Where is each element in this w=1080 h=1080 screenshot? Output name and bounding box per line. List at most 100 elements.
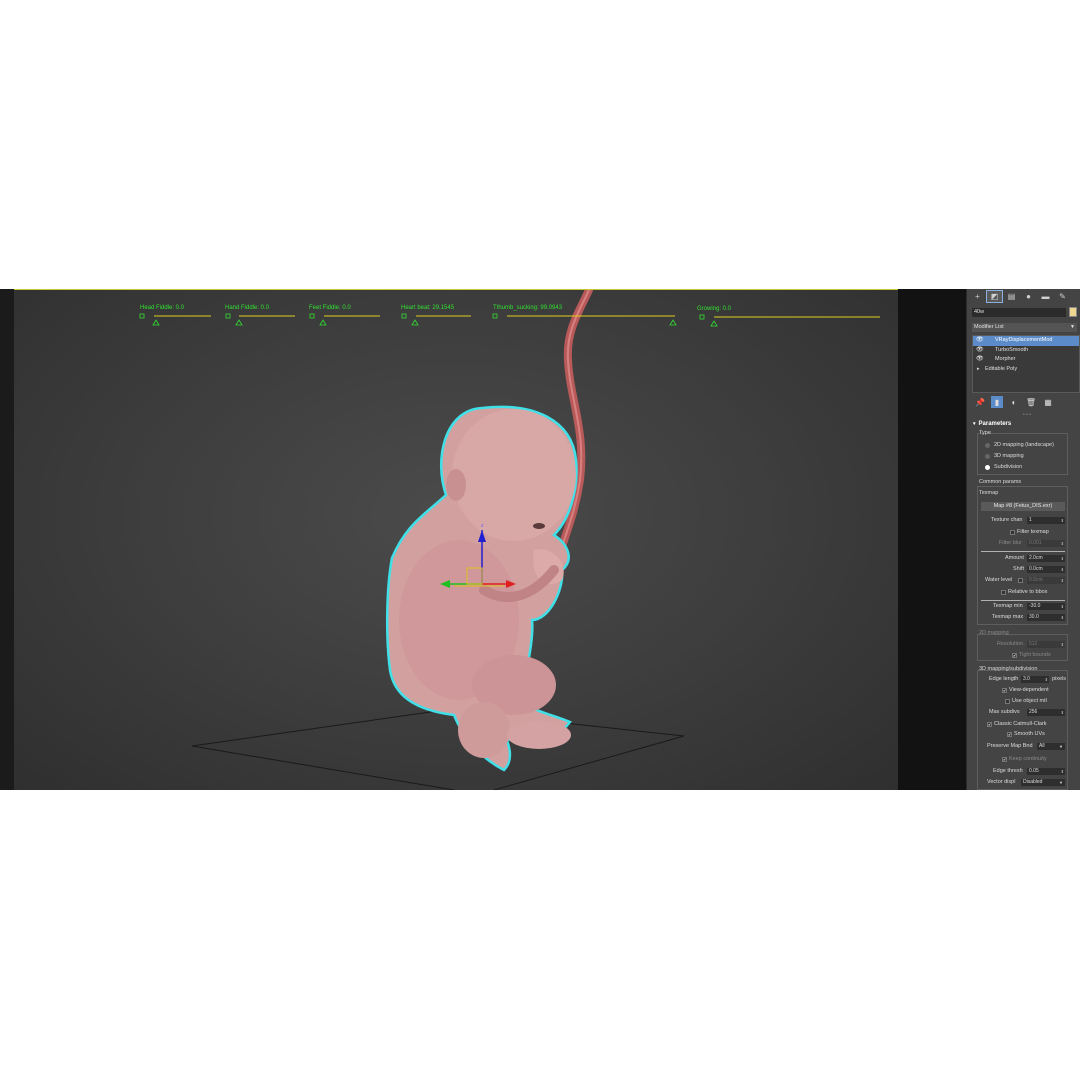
edge-thresh-field[interactable]: 0.05 ⬍ [1027, 768, 1065, 775]
show-end-result-icon[interactable]: ▮ [991, 396, 1003, 408]
make-unique-icon[interactable]: ◐ [1008, 396, 1020, 408]
filter-texmap-checkbox[interactable] [1010, 530, 1015, 535]
left-toolbar-strip [0, 289, 14, 790]
modifier-stack[interactable]: 👁 VRayDisplacementMod 👁 TurboSmooth 👁 Mo… [972, 335, 1080, 393]
vector-displ-label: Vector displ [987, 779, 1016, 785]
stack-item-label: Editable Poly [985, 365, 1018, 372]
radio-3d-mapping-label: 3D mapping [994, 453, 1024, 459]
stack-item-vraydisplacement[interactable]: 👁 VRayDisplacementMod [973, 336, 1079, 346]
spinner-icon[interactable]: ⬍ [1061, 540, 1064, 547]
stack-item-morpher[interactable]: 👁 Morpher [973, 355, 1079, 365]
mapping-3d-title: 3D mapping/subdivision [979, 666, 1038, 672]
preserve-map-value: All [1039, 743, 1045, 749]
preserve-map-label: Preserve Map Bnd [987, 743, 1033, 749]
radio-subdivision[interactable] [985, 465, 990, 470]
utilities-tab-icon[interactable]: ✎ [1055, 291, 1070, 302]
radio-2d-mapping[interactable] [985, 443, 990, 448]
spinner-icon[interactable]: ⬍ [1061, 614, 1064, 621]
texmap-max-value: 30.0 [1029, 614, 1039, 620]
spinner-icon[interactable]: ⬍ [1061, 566, 1064, 573]
catmull-clark-checkbox[interactable]: ✔ [987, 722, 992, 727]
panel-divider: • • • [1023, 412, 1032, 418]
eye-icon[interactable]: 👁 [976, 346, 984, 356]
vector-displ-dropdown[interactable]: Disabled ▼ [1021, 779, 1065, 786]
radio-3d-mapping[interactable] [985, 454, 990, 459]
amount-label: Amount [1005, 555, 1024, 561]
shift-field[interactable]: 0.0cm ⬍ [1027, 566, 1065, 573]
keep-continuity-checkbox[interactable]: ✔ [1002, 757, 1007, 762]
pin-stack-icon[interactable]: 📌 [974, 396, 986, 408]
spinner-icon[interactable]: ⬍ [1061, 577, 1064, 584]
texture-chan-field[interactable]: 1 ⬍ [1027, 517, 1065, 524]
max-subdivs-label: Max subdivs [989, 709, 1020, 715]
modifier-list-dropdown[interactable]: Modifier List ▼ [972, 323, 1077, 332]
texmap-min-value: -30.0 [1029, 603, 1041, 609]
configure-sets-icon[interactable]: ▦ [1042, 396, 1054, 408]
modify-tab-icon[interactable]: ◩ [986, 290, 1003, 303]
stack-item-turbosmooth[interactable]: 👁 TurboSmooth [973, 346, 1079, 356]
spinner-icon[interactable]: ⬍ [1061, 555, 1064, 562]
shift-label: Shift [1013, 566, 1025, 572]
eye-icon[interactable]: 👁 [976, 336, 984, 346]
object-name-field[interactable]: 40w [972, 308, 1066, 317]
edge-thresh-value: 0.05 [1029, 768, 1039, 774]
slider-label-thumb-sucking: Tthumb_sucking: 99.0943 [493, 305, 563, 311]
stack-item-editable-poly[interactable]: ▸ Editable Poly [973, 365, 1079, 375]
spinner-icon[interactable]: ⬍ [1045, 676, 1048, 683]
common-params-title: Common params [979, 479, 1022, 485]
pixels-label: pixels [1052, 676, 1067, 682]
perspective-viewport[interactable]: Head Fiddle: 0.0 Hand Fiddle: 0.0 Feet F… [14, 289, 898, 790]
slider-label-hand-fiddle: Hand Fiddle: 0.0 [225, 305, 270, 311]
water-level-label: Water level [985, 577, 1013, 583]
chevron-down-icon: ▼ [1070, 324, 1075, 330]
resolution-label: Resolution [997, 641, 1023, 647]
spinner-icon[interactable]: ⬍ [1061, 768, 1064, 775]
texmap-max-label: Texmap max [992, 614, 1024, 620]
amount-field[interactable]: 2.0cm ⬍ [1027, 555, 1065, 562]
view-dependent-label: View-dependent [1009, 687, 1049, 693]
use-object-mtl-label: Use object mtl [1012, 698, 1047, 704]
relative-bbox-label: Relative to bbox [1008, 589, 1048, 595]
eye-icon[interactable]: 👁 [976, 355, 984, 365]
stack-item-label: VRayDisplacementMod [995, 337, 1053, 343]
resolution-field[interactable]: 512 ⬍ [1027, 641, 1065, 648]
hierarchy-tab-icon[interactable]: ▤ [1004, 291, 1019, 302]
spinner-icon[interactable]: ⬍ [1061, 641, 1064, 648]
view-dependent-checkbox[interactable]: ✔ [1002, 688, 1007, 693]
texmap-button[interactable]: Map #8 (Fetus_DIS.exr) [981, 502, 1065, 511]
expand-triangle-icon[interactable]: ▸ [977, 365, 980, 375]
filter-blur-value: 0.001 [1029, 540, 1042, 546]
water-level-checkbox[interactable] [1018, 578, 1023, 583]
water-level-field[interactable]: 0.0cm ⬍ [1027, 577, 1065, 584]
remove-modifier-icon[interactable]: 🗑 [1025, 396, 1037, 408]
chevron-down-icon: ▼ [1059, 744, 1063, 749]
max-subdivs-field[interactable]: 256 ⬍ [1027, 709, 1065, 716]
parameters-rollout-header[interactable]: ▾ Parameters [973, 421, 1011, 427]
motion-tab-icon[interactable]: ● [1021, 291, 1036, 302]
separator [981, 551, 1065, 552]
spinner-icon[interactable]: ⬍ [1061, 709, 1064, 716]
command-panel-tabs: + ◩ ▤ ● ▬ ✎ [970, 290, 1078, 303]
viewport-side-gap [898, 289, 966, 790]
texmap-max-field[interactable]: 30.0 ⬍ [1027, 614, 1065, 621]
edge-length-field[interactable]: 3.0 ⬍ [1021, 676, 1049, 683]
smooth-uvs-checkbox[interactable]: ✔ [1007, 732, 1012, 737]
preserve-map-dropdown[interactable]: All ▼ [1037, 743, 1065, 750]
spinner-icon[interactable]: ⬍ [1061, 603, 1064, 610]
filter-blur-field[interactable]: 0.001 ⬍ [1027, 540, 1065, 547]
type-group-title: Type [979, 430, 991, 436]
display-tab-icon[interactable]: ▬ [1038, 291, 1053, 302]
texture-chan-label: Texture chan [991, 517, 1023, 523]
water-level-value: 0.0cm [1029, 577, 1043, 583]
texmap-min-field[interactable]: -30.0 ⬍ [1027, 603, 1065, 610]
object-color-swatch[interactable] [1069, 307, 1077, 317]
resolution-value: 512 [1029, 641, 1038, 647]
spinner-icon[interactable]: ⬍ [1061, 517, 1064, 524]
shift-value: 0.0cm [1029, 566, 1043, 572]
tight-bounds-checkbox[interactable]: ✔ [1012, 653, 1017, 658]
radio-subdivision-label: Subdivision [994, 464, 1023, 470]
relative-bbox-checkbox[interactable] [1001, 590, 1006, 595]
stack-item-label: Morpher [995, 356, 1016, 362]
create-tab-icon[interactable]: + [970, 291, 985, 302]
use-object-mtl-checkbox[interactable] [1005, 699, 1010, 704]
